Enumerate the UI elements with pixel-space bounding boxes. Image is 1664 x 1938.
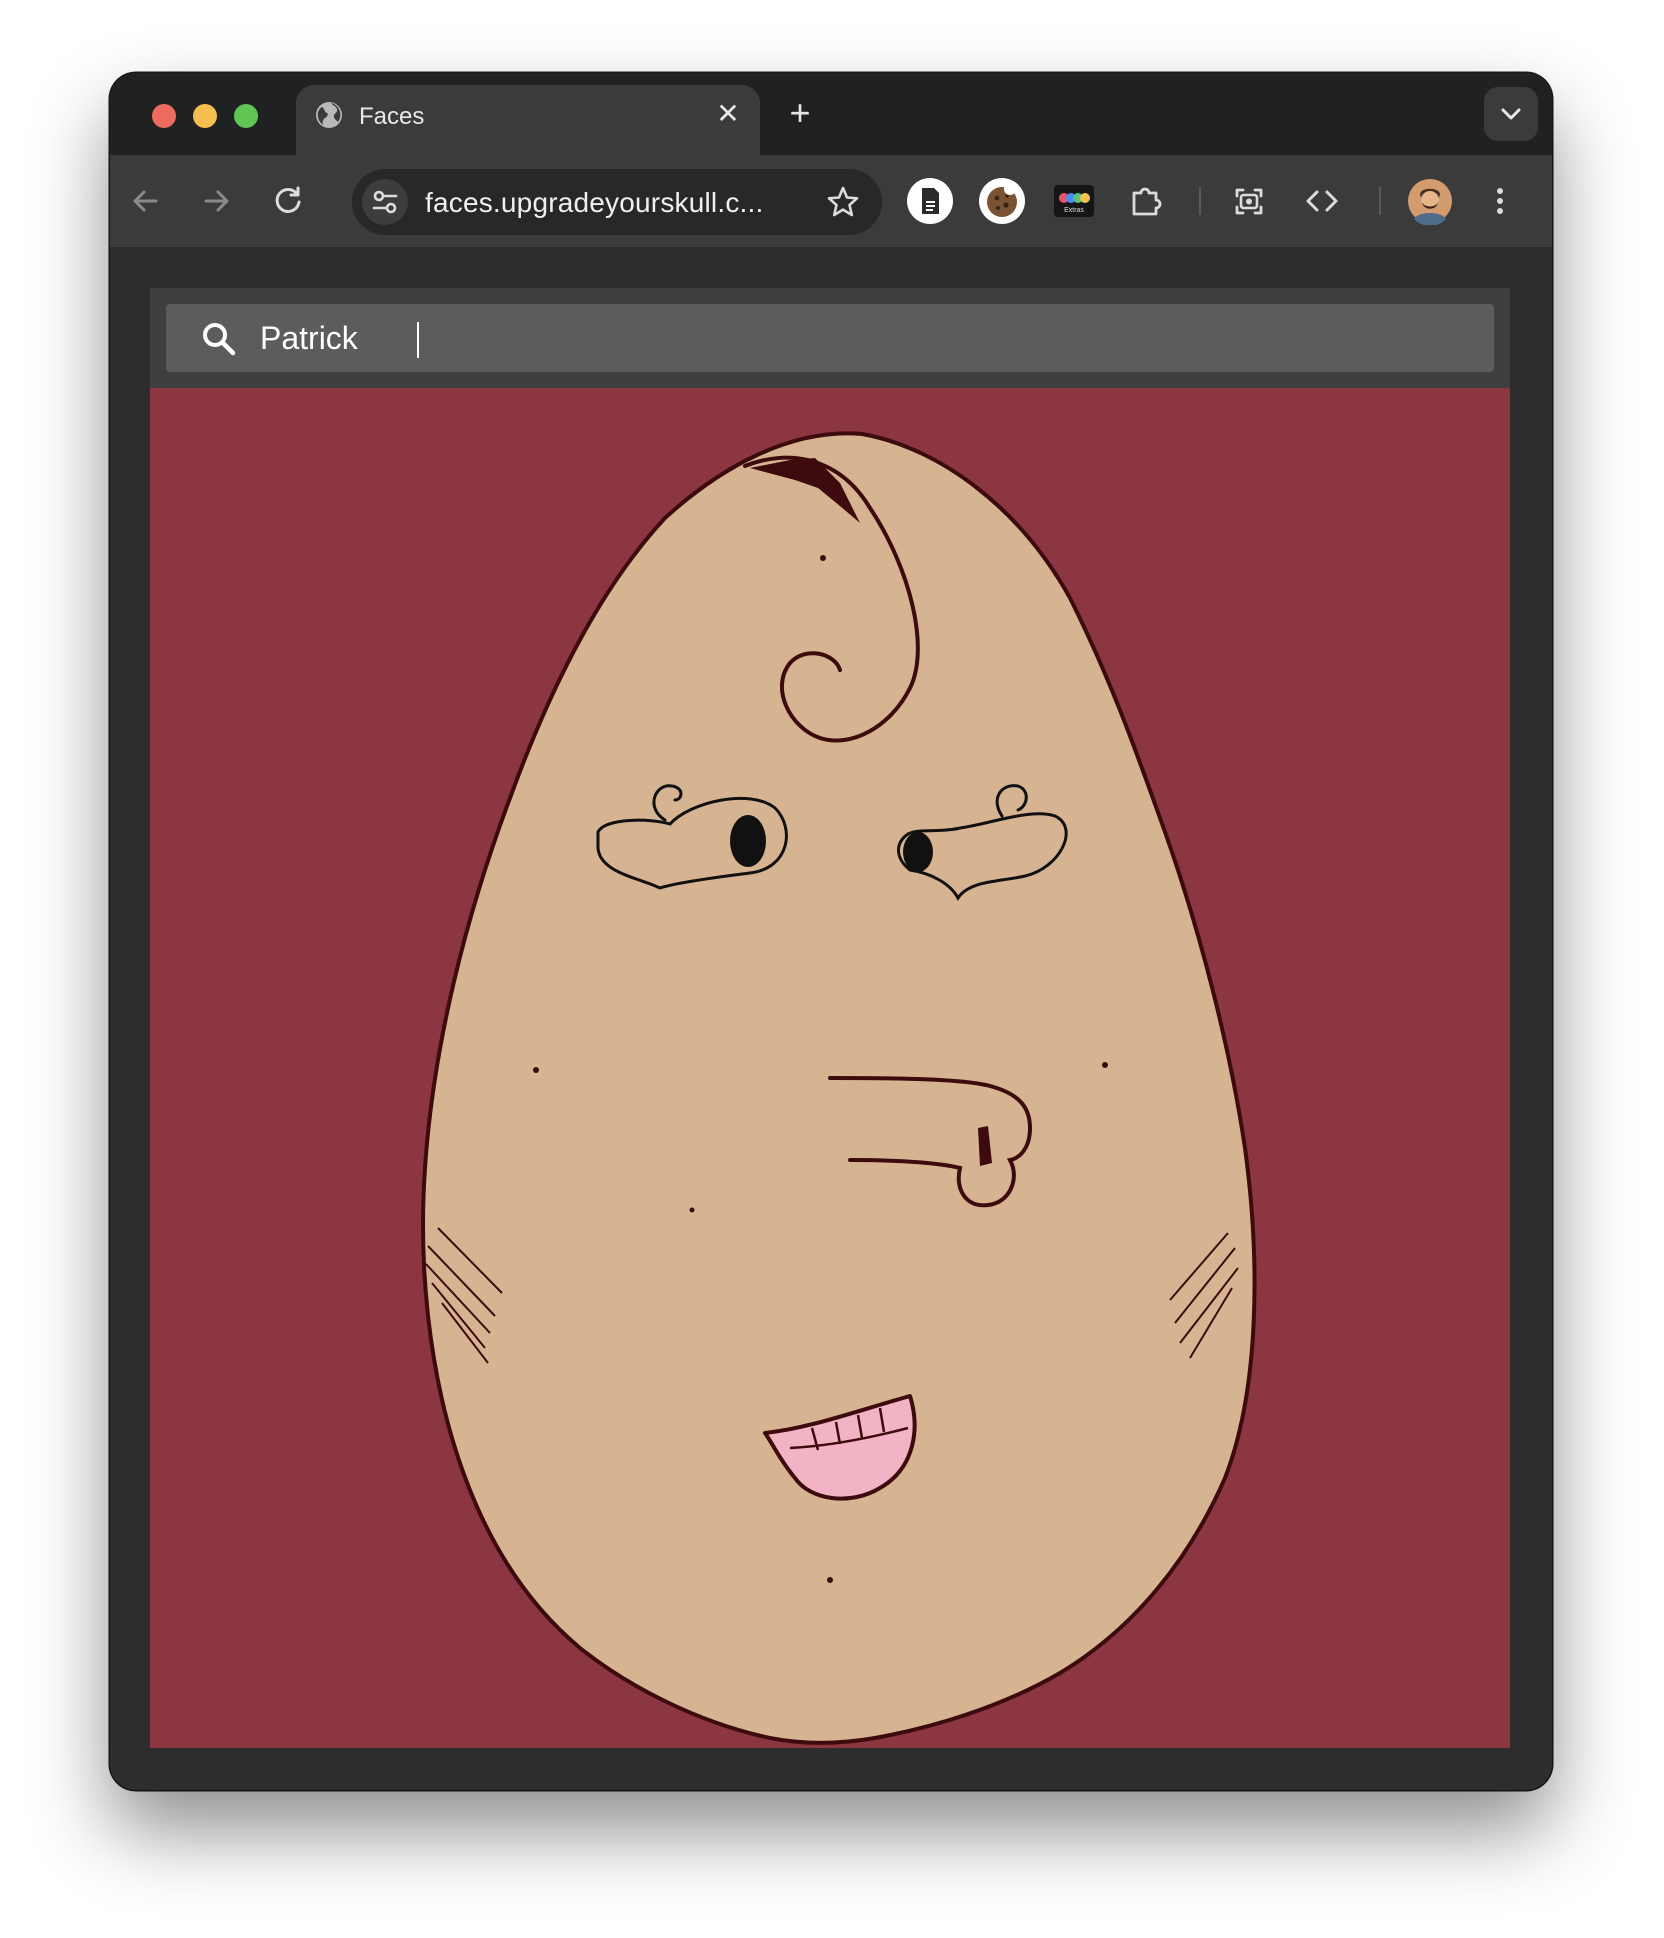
tab-faces[interactable]: Faces ✕ bbox=[296, 85, 760, 155]
address-bar[interactable]: faces.upgradeyourskull.c... bbox=[352, 169, 882, 235]
chevron-down-icon bbox=[1501, 108, 1521, 120]
extras-extension-icon[interactable]: Extras bbox=[1050, 177, 1098, 225]
search-panel bbox=[150, 288, 1510, 388]
tune-icon bbox=[372, 190, 398, 214]
face-drawing bbox=[421, 431, 1257, 1745]
url-text: faces.upgradeyourskull.c... bbox=[425, 187, 764, 218]
screenshot-icon[interactable] bbox=[1225, 177, 1273, 225]
text-caret bbox=[417, 322, 419, 358]
globe-icon bbox=[316, 102, 342, 128]
document-extension-icon[interactable] bbox=[906, 177, 954, 225]
code-icon[interactable] bbox=[1298, 177, 1346, 225]
new-tab-button[interactable]: + bbox=[780, 93, 820, 133]
toolbar-separator bbox=[1379, 187, 1381, 215]
search-box[interactable] bbox=[166, 304, 1494, 372]
left-pupil bbox=[730, 815, 766, 867]
bookmark-star-icon[interactable] bbox=[824, 183, 862, 221]
extras-label: Extras bbox=[1064, 207, 1084, 214]
back-icon[interactable] bbox=[124, 179, 168, 223]
right-pupil bbox=[903, 832, 933, 872]
forward-icon[interactable] bbox=[194, 179, 238, 223]
avatar[interactable] bbox=[1406, 177, 1454, 225]
search-icon bbox=[203, 323, 236, 356]
toolbar-separator bbox=[1199, 187, 1201, 215]
puzzle-icon[interactable] bbox=[1122, 177, 1170, 225]
cookie-extension-icon[interactable] bbox=[978, 177, 1026, 225]
page-content bbox=[110, 248, 1552, 1790]
tab-search-button[interactable] bbox=[1484, 87, 1538, 141]
close-window-button[interactable] bbox=[152, 104, 176, 128]
tab-close-icon[interactable]: ✕ bbox=[712, 98, 744, 130]
browser-window: Faces ✕ + faces.upgradeyourskull.c... Ex… bbox=[110, 73, 1552, 1790]
face-canvas bbox=[150, 388, 1510, 1748]
kebab-menu-icon[interactable] bbox=[1476, 177, 1524, 225]
tab-title: Faces bbox=[359, 103, 425, 130]
tab-strip: Faces ✕ + bbox=[110, 73, 1552, 155]
maximize-window-button[interactable] bbox=[234, 104, 258, 128]
face-head bbox=[421, 431, 1257, 1745]
minimize-window-button[interactable] bbox=[193, 104, 217, 128]
site-settings-button[interactable] bbox=[362, 179, 408, 225]
search-input[interactable] bbox=[260, 312, 1460, 364]
reload-icon[interactable] bbox=[266, 179, 310, 223]
browser-toolbar: faces.upgradeyourskull.c... Extras bbox=[110, 155, 1552, 248]
